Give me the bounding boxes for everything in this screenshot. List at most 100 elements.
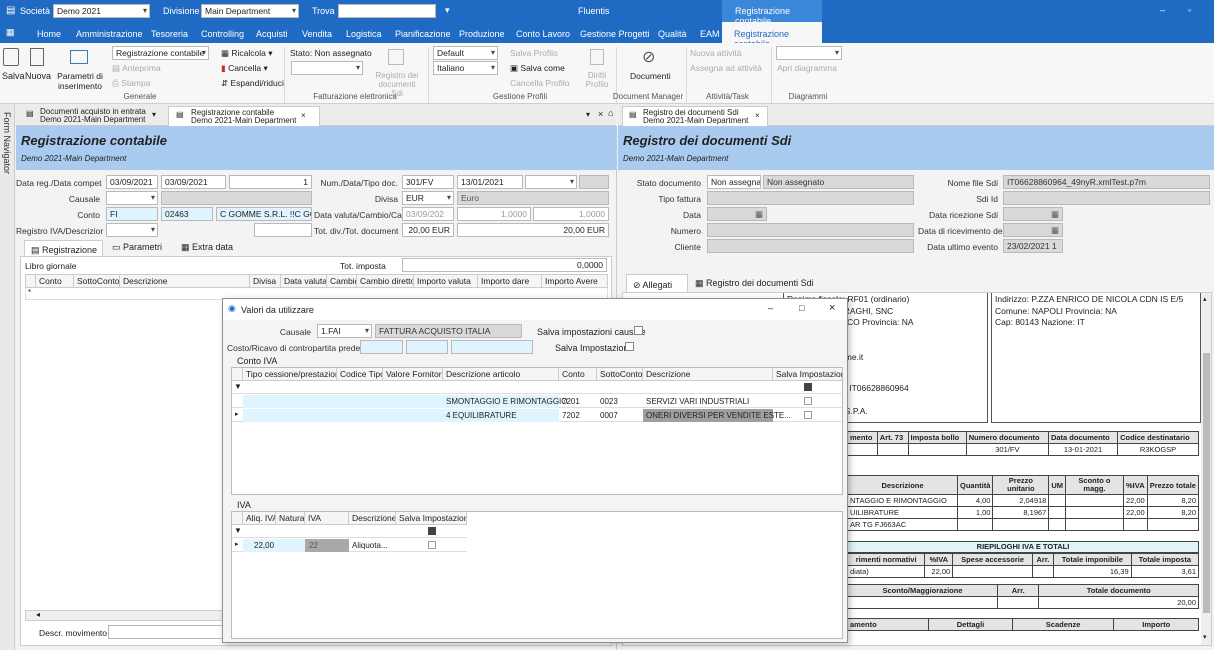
cell-descrizione[interactable]: ONERI DIVERSI PER VENDITE ESTE...: [646, 411, 791, 420]
scroll-thumb[interactable]: [1203, 353, 1210, 613]
column-header[interactable]: SottoConto: [597, 368, 643, 381]
delete-profile-button[interactable]: Cancella Profilo: [510, 78, 570, 88]
conto-type-field[interactable]: FI: [106, 207, 158, 221]
column-header[interactable]: Conto: [559, 368, 597, 381]
rights-icon[interactable]: [590, 49, 604, 65]
print-button[interactable]: ⎙ Stampa: [112, 78, 150, 89]
tab-eam[interactable]: EAM: [700, 29, 720, 39]
column-header[interactable]: SottoConto: [74, 275, 120, 288]
data-doc-field[interactable]: 13/01/2021: [457, 175, 523, 189]
column-header[interactable]: Cambio diretto: [357, 275, 414, 288]
causale-select[interactable]: [106, 191, 158, 205]
profile-rights-button[interactable]: Diritti Profilo: [582, 71, 612, 89]
tipo-doc-select[interactable]: [525, 175, 577, 189]
conto-code-field[interactable]: 02463: [161, 207, 213, 221]
documents-button[interactable]: Documenti: [630, 71, 671, 81]
column-header[interactable]: Importo dare: [478, 275, 542, 288]
close-icon[interactable]: ×: [598, 109, 603, 119]
registro-descr-field[interactable]: [254, 223, 312, 237]
app-menu-icon[interactable]: ▤: [6, 5, 15, 16]
cell-descrizione[interactable]: SERVIZI VARI INDUSTRIALI: [646, 397, 749, 406]
column-header[interactable]: Codice Tipo: [337, 368, 383, 381]
dialog-causale-select[interactable]: 1.FAI: [317, 324, 372, 338]
tab-tesoreria[interactable]: Tesoreria: [151, 29, 188, 39]
divisa-select[interactable]: EUR: [402, 191, 454, 205]
status-select[interactable]: [291, 61, 363, 75]
row-checkbox[interactable]: [428, 541, 436, 549]
tab-amministrazione[interactable]: Amministrazione: [76, 29, 143, 39]
column-header[interactable]: Descrizione articolo: [443, 368, 559, 381]
column-header[interactable]: Divisa: [250, 275, 281, 288]
column-header[interactable]: Conto: [36, 275, 74, 288]
registro-iva-select[interactable]: [106, 223, 158, 237]
new-button[interactable]: Nuova: [25, 71, 51, 81]
save-button[interactable]: Salva: [2, 71, 25, 81]
minimize-icon[interactable]: –: [768, 303, 773, 313]
tab-acquisti[interactable]: Acquisti: [256, 29, 288, 39]
tab-registrazione[interactable]: ▤ Registrazione contabile Demo 2021-Main…: [168, 106, 320, 127]
paperclip-icon[interactable]: ⊘: [642, 47, 655, 67]
tab-qualita[interactable]: Qualità: [658, 29, 687, 39]
cambio-field[interactable]: 1,0000: [457, 207, 531, 221]
filter-checkbox[interactable]: [804, 383, 812, 391]
parameters-icon[interactable]: [70, 50, 88, 64]
divisione-select[interactable]: Main Department: [201, 4, 299, 18]
column-header[interactable]: Natura: [276, 512, 305, 525]
assign-activity-button[interactable]: Assegna ad attività: [690, 63, 762, 73]
chevron-down-icon[interactable]: ▾: [152, 110, 156, 119]
tab-controlling[interactable]: Controlling: [201, 29, 244, 39]
parameters-button[interactable]: Parametri di inserimento: [57, 71, 103, 91]
data-valuta-field[interactable]: 03/09/202: [402, 207, 454, 221]
tab-registrazione-contabile[interactable]: Registrazione contabile: [722, 22, 822, 49]
filter-checkbox[interactable]: [428, 527, 436, 535]
tab-logistica[interactable]: Logistica: [346, 29, 382, 39]
tot-div-field[interactable]: 20,00 EUR: [402, 223, 454, 237]
column-header[interactable]: Data valuta: [281, 275, 327, 288]
table-row[interactable]: ▸ 4 EQUILIBRATURE 7202 0007 ONERI DIVERS…: [232, 409, 842, 422]
filter-row[interactable]: ▼: [232, 525, 467, 538]
scroll-left-icon[interactable]: ◂: [36, 610, 40, 619]
maximize-icon[interactable]: □: [799, 303, 804, 313]
scroll-down-icon[interactable]: ▾: [1203, 633, 1207, 641]
costo-code-field[interactable]: [406, 340, 448, 354]
tab-conto-lavoro[interactable]: Conto Lavoro: [516, 29, 570, 39]
row-checkbox[interactable]: [804, 411, 812, 419]
cell-conto[interactable]: 7202: [562, 411, 580, 420]
cell-conto[interactable]: 7201: [562, 397, 580, 406]
cell-aliquota[interactable]: 22,00: [254, 541, 274, 550]
data-reg-field[interactable]: 03/09/2021: [106, 175, 158, 189]
cell-sottoconto[interactable]: 0023: [600, 397, 618, 406]
new-activity-button[interactable]: Nuova attività: [690, 48, 742, 58]
restore-icon[interactable]: ▫: [1188, 5, 1191, 15]
conto-name-field[interactable]: C GOMME S.R.L. !!C GOMME: [216, 207, 312, 221]
filter-icon[interactable]: ▼: [234, 526, 242, 535]
quick-access-icon[interactable]: ▦: [6, 27, 15, 38]
sdi-register-icon[interactable]: [388, 49, 404, 65]
vertical-scrollbar[interactable]: ▴ ▾: [1201, 293, 1211, 645]
data-compet-field[interactable]: 03/09/2021: [161, 175, 226, 189]
column-header[interactable]: Descrizione: [643, 368, 773, 381]
tab-produzione[interactable]: Produzione: [459, 29, 505, 39]
column-header[interactable]: Cambio: [327, 275, 357, 288]
tot-doc-field[interactable]: 20,00 EUR: [457, 223, 609, 237]
table-row[interactable]: SMONTAGGIO E RIMONTAGGIO 7201 0023 SERVI…: [232, 395, 842, 408]
trova-input[interactable]: [338, 4, 436, 18]
new-document-icon[interactable]: [30, 48, 44, 66]
costo-name-field[interactable]: [451, 340, 533, 354]
column-header[interactable]: Importo Avere: [542, 275, 608, 288]
expand-button[interactable]: ⇵ Espandi/riduci: [221, 78, 284, 89]
column-header[interactable]: Descrizione: [349, 512, 396, 525]
save-profile-button[interactable]: Salva Profilo: [510, 48, 558, 58]
tab-vendita[interactable]: Vendita: [302, 29, 332, 39]
filter-icon[interactable]: ▼: [234, 382, 242, 391]
column-header[interactable]: Valore Fornitore: [383, 368, 443, 381]
recalculate-button[interactable]: ▦ Ricalcola ▾: [221, 48, 273, 59]
column-header[interactable]: Aliq. IVA: [243, 512, 276, 525]
cell-iva[interactable]: 22: [309, 541, 318, 550]
calendar-icon[interactable]: ▦: [1051, 208, 1059, 220]
stato-documento-field[interactable]: Non assegnato: [707, 175, 761, 189]
language-select[interactable]: Italiano: [433, 61, 498, 75]
tab-pianificazione[interactable]: Pianificazione: [395, 29, 451, 39]
diagram-select[interactable]: [776, 46, 842, 60]
column-header[interactable]: Salva Impostazioni: [773, 368, 842, 381]
